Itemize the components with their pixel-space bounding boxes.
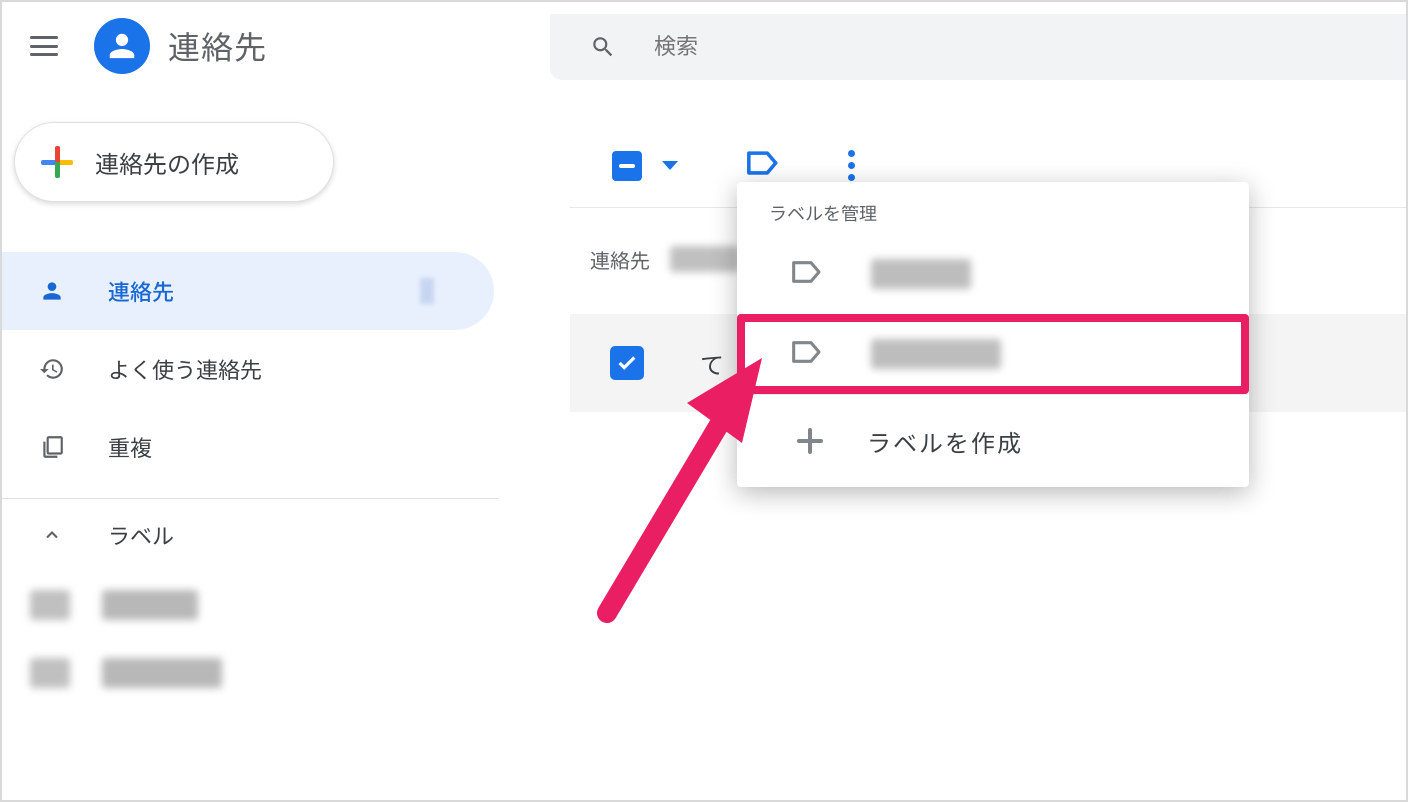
sidebar-item-contacts[interactable]: 連絡先: [2, 252, 494, 330]
sidebar-nav: 連絡先 よく使う連絡先 重複: [2, 252, 498, 486]
more-actions-button[interactable]: [848, 150, 855, 181]
create-contact-button[interactable]: 連絡先の作成: [14, 122, 334, 202]
history-icon: [38, 356, 66, 382]
sidebar-item-label: 重複: [108, 431, 152, 463]
popup-label-item-highlighted[interactable]: [737, 314, 1249, 394]
column-header: 連絡先: [570, 234, 740, 284]
label-text: [102, 590, 198, 620]
sidebar-label-item[interactable]: [2, 571, 498, 639]
person-icon: [38, 278, 66, 304]
sidebar-item-label: よく使う連絡先: [108, 353, 262, 385]
select-all-checkbox[interactable]: [612, 151, 642, 181]
popup-title: ラベルを管理: [737, 200, 1249, 234]
row-checkbox[interactable]: [610, 346, 644, 380]
labels-popup: ラベルを管理 ラベルを作成: [737, 182, 1249, 487]
sidebar-labels-title: ラベル: [108, 519, 174, 551]
sidebar-label-item[interactable]: [2, 639, 498, 707]
label-icon: [30, 658, 70, 688]
label-icon: [746, 150, 780, 176]
chevron-up-icon: [38, 525, 66, 545]
sidebar-item-duplicates[interactable]: 重複: [2, 408, 494, 486]
search-icon: [590, 34, 616, 60]
contact-name: て: [700, 346, 724, 381]
page-title: 連絡先: [168, 23, 267, 69]
label-icon: [30, 590, 70, 620]
menu-icon[interactable]: [30, 36, 58, 56]
plus-icon: [797, 428, 823, 454]
check-icon: [616, 352, 638, 374]
popup-label-item[interactable]: [737, 234, 1249, 314]
sidebar-item-count: [420, 278, 434, 304]
column-header-label: 連絡先: [590, 245, 650, 274]
popup-label-text: [871, 339, 1001, 369]
label-text: [102, 658, 222, 688]
create-contact-label: 連絡先の作成: [95, 145, 239, 180]
sidebar-labels-header[interactable]: ラベル: [2, 499, 498, 571]
search-input[interactable]: [616, 34, 1216, 60]
copy-icon: [38, 434, 66, 460]
person-icon: [107, 31, 137, 61]
plus-icon: [41, 146, 73, 178]
popup-label-text: [871, 259, 971, 289]
sidebar-item-label: 連絡先: [108, 275, 174, 307]
manage-labels-button[interactable]: [746, 150, 780, 181]
popup-create-label-button[interactable]: ラベルを作成: [737, 395, 1249, 487]
label-icon: [791, 260, 823, 289]
label-icon: [791, 340, 823, 369]
search-bar[interactable]: [550, 14, 1406, 80]
chevron-down-icon[interactable]: [662, 161, 678, 170]
contacts-logo-icon[interactable]: [94, 18, 150, 74]
sidebar-item-frequent[interactable]: よく使う連絡先: [2, 330, 494, 408]
column-header-extra: [670, 246, 740, 272]
popup-create-label-text: ラベルを作成: [867, 424, 1023, 459]
sidebar: 連絡先の作成 連絡先 よく使う連絡先 重複 ラベル: [2, 90, 498, 707]
